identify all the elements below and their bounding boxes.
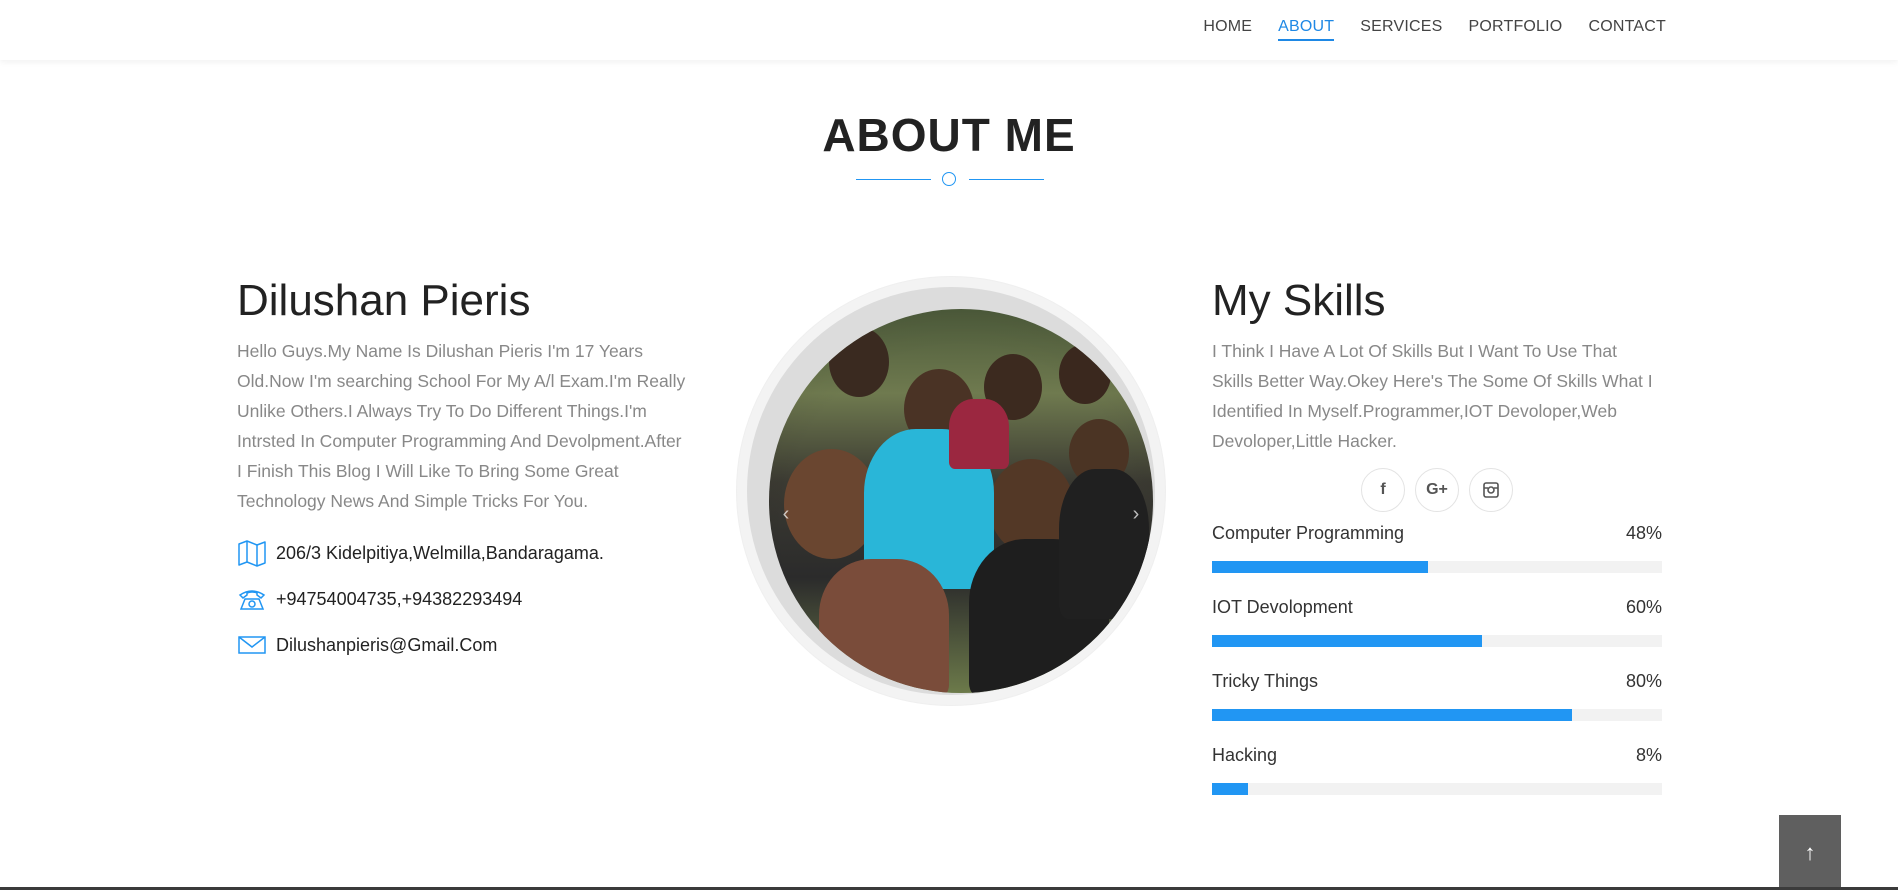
mail-icon — [237, 630, 267, 660]
skills-list: Computer Programming 48% IOT Devolopment… — [1212, 523, 1662, 795]
skill-percent: 60% — [1625, 597, 1662, 617]
skills-intro: I Think I Have A Lot Of Skills But I Wan… — [1212, 341, 1653, 451]
profile-bio: Hello Guys.My Name Is Dilushan Pieris I'… — [237, 341, 686, 511]
contact-phone-text: +94754004735,+94382293494 — [276, 588, 523, 609]
skill-progress-bar — [1212, 635, 1662, 647]
photo-figure — [1059, 344, 1111, 404]
nav-menu: HOME ABOUT SERVICES PORTFOLIO CONTACT — [1203, 18, 1666, 41]
back-to-top-button[interactable]: ↑ — [1779, 815, 1841, 890]
skill-name: Computer Programming — [1212, 523, 1405, 543]
arrow-up-icon: ↑ — [1804, 840, 1816, 865]
profile-name: Dilushan Pieris — [237, 276, 531, 325]
skill-item: IOT Devolopment 60% — [1212, 597, 1662, 647]
skill-name: Tricky Things — [1212, 671, 1319, 691]
top-navbar: HOME ABOUT SERVICES PORTFOLIO CONTACT — [0, 0, 1898, 60]
instagram-icon[interactable] — [1469, 468, 1513, 512]
photo-figure — [829, 327, 889, 397]
nav-portfolio-link[interactable]: PORTFOLIO — [1468, 18, 1562, 41]
map-icon — [237, 538, 267, 568]
divider-circle — [942, 172, 956, 186]
slider-prev-icon[interactable]: ‹ — [775, 503, 797, 525]
google-plus-icon[interactable]: G+ — [1415, 468, 1459, 512]
contact-phone: +94754004735,+94382293494 — [237, 584, 687, 614]
contact-email: Dilushanpieris@Gmail.Com — [237, 630, 687, 660]
nav-services-link[interactable]: SERVICES — [1360, 18, 1442, 41]
skill-progress-fill — [1212, 783, 1248, 795]
divider-line-right — [969, 179, 1044, 180]
skill-item: Hacking 8% — [1212, 745, 1662, 795]
photo-shirt — [1059, 469, 1149, 619]
photo-shirt — [819, 559, 949, 693]
photo-frame: ‹ › — [747, 287, 1155, 695]
skill-name: Hacking — [1212, 745, 1278, 765]
skills-heading: My Skills — [1212, 276, 1386, 325]
nav-about-link[interactable]: ABOUT — [1278, 18, 1335, 41]
skill-progress-fill — [1212, 709, 1572, 721]
contact-list: 206/3 Kidelpitiya,Welmilla,Bandaragama. … — [237, 538, 687, 660]
divider-line-left — [856, 179, 931, 180]
slider-next-icon[interactable]: › — [1125, 503, 1147, 525]
photo-slider: ‹ › — [737, 277, 1165, 705]
section-title: ABOUT ME — [822, 109, 1076, 161]
skill-progress-fill — [1212, 635, 1482, 647]
skill-progress-bar — [1212, 561, 1662, 573]
contact-email-text[interactable]: Dilushanpieris@Gmail.Com — [276, 635, 497, 656]
skill-percent: 48% — [1625, 523, 1662, 543]
contact-address-text: 206/3 Kidelpitiya,Welmilla,Bandaragama. — [276, 542, 604, 563]
nav-home-link[interactable]: HOME — [1203, 18, 1252, 41]
profile-photo: ‹ › — [769, 309, 1153, 693]
phone-icon — [237, 584, 267, 614]
about-column: Dilushan Pieris Hello Guys.My Name Is Di… — [237, 276, 687, 676]
skill-progress-fill — [1212, 561, 1428, 573]
photo-shirt — [949, 399, 1009, 469]
contact-address: 206/3 Kidelpitiya,Welmilla,Bandaragama. — [237, 538, 687, 568]
skill-percent: 8% — [1635, 745, 1662, 765]
skill-item: Computer Programming 48% — [1212, 523, 1662, 573]
skill-percent: 80% — [1625, 671, 1662, 691]
skill-progress-bar — [1212, 783, 1662, 795]
nav-contact-link[interactable]: CONTACT — [1588, 18, 1666, 41]
title-divider — [856, 172, 1044, 188]
skills-column: My Skills I Think I Have A Lot Of Skills… — [1212, 276, 1662, 819]
skill-progress-bar — [1212, 709, 1662, 721]
skill-name: IOT Devolopment — [1212, 597, 1353, 617]
facebook-icon[interactable]: f — [1361, 468, 1405, 512]
social-links: f G+ — [1212, 468, 1662, 512]
skill-item: Tricky Things 80% — [1212, 671, 1662, 721]
